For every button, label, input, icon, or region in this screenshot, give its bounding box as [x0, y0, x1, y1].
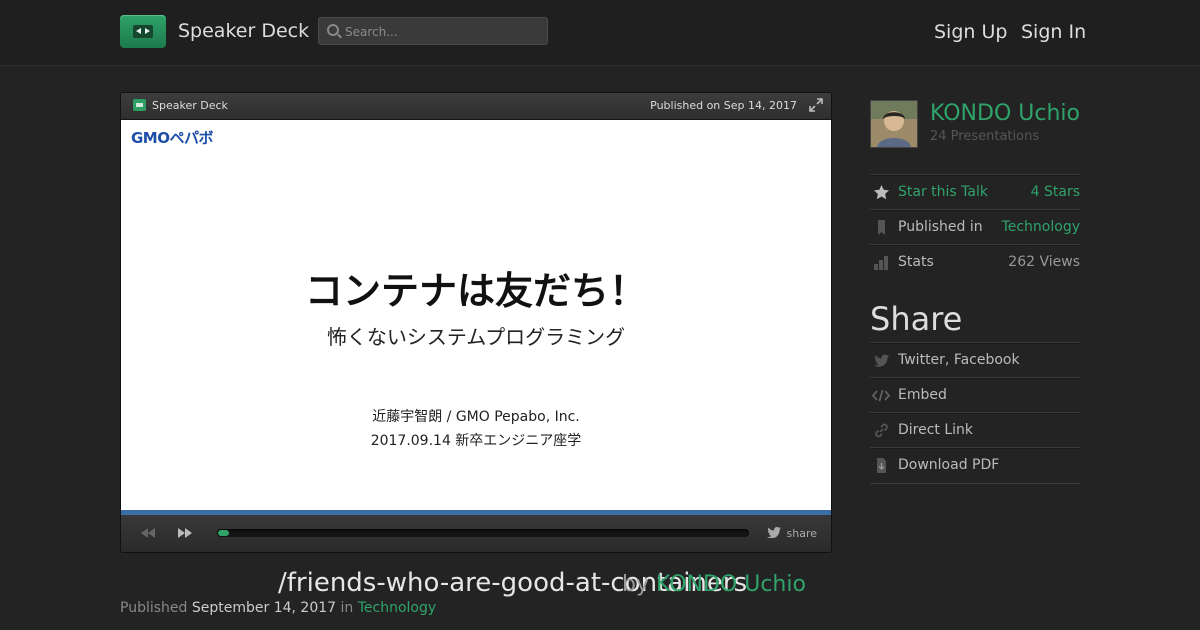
slide-player: Speaker Deck Published on Sep 14, 2017 G… [120, 92, 832, 553]
stats-icon [874, 256, 888, 270]
talk-meta: Published September 14, 2017 in Technolo… [120, 600, 436, 616]
slide-progress-bar[interactable] [217, 529, 749, 537]
speaker-deck-mini-logo-icon [133, 99, 146, 111]
next-slide-icon[interactable] [178, 528, 192, 538]
category-link[interactable]: Technology [358, 600, 436, 616]
byline-prefix: by [622, 572, 649, 597]
published-in-row: Published in Technology [870, 209, 1080, 245]
brand-name[interactable]: Speaker Deck [178, 20, 309, 42]
author-presentations-count: 24 Presentations [930, 129, 1040, 144]
talk-byline: by KONDO Uchio [622, 572, 806, 597]
twitter-bird-icon [767, 527, 781, 538]
published-label: Published [120, 600, 188, 616]
embed-icon [872, 389, 890, 402]
slide-subtitle: 怖くないシステムプログラミング [326, 325, 626, 349]
download-pdf-row: Download PDF [870, 447, 1080, 484]
player-controls: share [121, 515, 831, 552]
download-pdf-link[interactable]: Download PDF [898, 457, 999, 473]
share-twitter-facebook-link[interactable]: Twitter, Facebook [898, 352, 1020, 368]
published-in-category-link[interactable]: Technology [1002, 219, 1080, 235]
views-count: 262 Views [1008, 254, 1080, 270]
published-date-label: Published on Sep 14, 2017 [650, 99, 797, 112]
star-talk-row: Star this Talk 4 Stars [870, 174, 1080, 210]
link-icon [875, 423, 888, 438]
top-navigation-bar: Speaker Deck Sign Up Sign In [0, 0, 1200, 66]
in-label: in [340, 600, 354, 616]
slide-title: コンテナは友だち！ [304, 269, 647, 313]
player-header: Speaker Deck Published on Sep 14, 2017 [121, 93, 831, 120]
share-heading: Share [870, 300, 963, 338]
gmo-pepabo-logo: GMOペパボ [131, 129, 214, 147]
player-brand[interactable]: Speaker Deck [152, 99, 228, 112]
share-direct-link[interactable]: Direct Link [898, 422, 973, 438]
slide-date-line: 2017.09.14 新卒エンジニア座学 [370, 433, 582, 449]
star-icon [874, 185, 889, 200]
avatar-photo [871, 101, 917, 147]
share-direct-link-row: Direct Link [870, 412, 1080, 448]
player-share-button[interactable]: share [787, 527, 818, 540]
prev-slide-icon[interactable] [141, 528, 155, 538]
slide-canvas[interactable]: GMOペパボ コンテナは友だち！ 怖くないシステムプログラミング 近藤宇智朗 /… [121, 120, 831, 510]
star-count: 4 Stars [1030, 184, 1080, 200]
published-in-label: Published in [898, 219, 983, 235]
download-pdf-icon [877, 458, 886, 473]
sign-in-link[interactable]: Sign In [1021, 21, 1086, 43]
expand-icon[interactable] [809, 98, 823, 112]
search-box [318, 17, 548, 45]
slide-author-line: 近藤宇智朗 / GMO Pepabo, Inc. [372, 409, 580, 425]
slide-author-info: 近藤宇智朗 / GMO Pepabo, Inc. 2017.09.14 新卒エン… [121, 405, 831, 453]
search-icon [327, 24, 339, 36]
star-talk-button[interactable]: Star this Talk [898, 184, 988, 200]
author-avatar[interactable] [870, 100, 918, 148]
slide-progress-fill [218, 530, 229, 536]
share-embed-link[interactable]: Embed [898, 387, 947, 403]
twitter-bird-icon [874, 354, 889, 367]
share-twitter-facebook-row: Twitter, Facebook [870, 342, 1080, 378]
speaker-deck-logo-icon[interactable] [120, 15, 166, 48]
bookmark-icon [878, 220, 885, 235]
search-input[interactable] [343, 21, 542, 43]
share-embed-row: Embed [870, 377, 1080, 413]
stats-label: Stats [898, 254, 934, 270]
stats-row: Stats 262 Views [870, 244, 1080, 280]
byline-author-link[interactable]: KONDO Uchio [656, 572, 806, 597]
sign-up-link[interactable]: Sign Up [934, 21, 1007, 43]
published-date: September 14, 2017 [191, 600, 337, 616]
author-name-link[interactable]: KONDO Uchio [930, 101, 1080, 126]
